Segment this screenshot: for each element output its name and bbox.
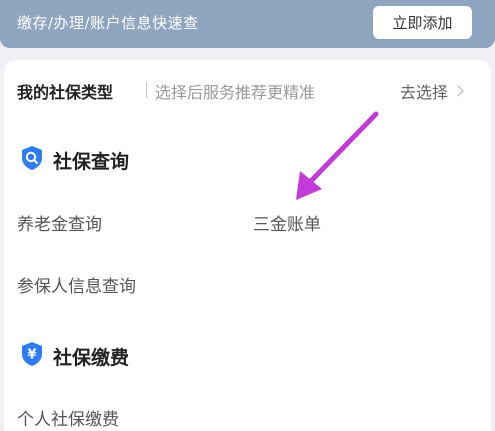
add-now-button[interactable]: 立即添加	[373, 6, 472, 39]
menu-item-pension-query[interactable]: 养老金查询	[17, 210, 102, 235]
choose-link[interactable]: 去选择	[400, 79, 464, 103]
chevron-right-icon	[452, 85, 464, 97]
menu-item-three-funds-bill[interactable]: 三金账单	[253, 210, 321, 235]
social-security-card: 我的社保类型 选择后服务推荐更精准 去选择 社保查询 养老金查询 三金账单 参保…	[4, 60, 491, 431]
account-banner: 缴存/办理/账户信息快速查 立即添加	[0, 0, 495, 48]
choose-label: 去选择	[400, 83, 449, 102]
yen-shield-icon: ¥	[20, 341, 44, 371]
menu-item-insured-info-query[interactable]: 参保人信息查询	[17, 272, 136, 297]
banner-text: 缴存/办理/账户信息快速查	[17, 14, 199, 32]
type-title: 我的社保类型	[17, 83, 114, 102]
menu-item-personal-payment[interactable]: 个人社保缴费	[17, 405, 119, 430]
section-title: 社保缴费	[53, 346, 130, 369]
type-hint: 选择后服务推荐更精准	[155, 83, 316, 102]
app-screen: 缴存/办理/账户信息快速查 立即添加 我的社保类型 选择后服务推荐更精准 去选择…	[0, 0, 495, 431]
svg-text:¥: ¥	[27, 348, 36, 363]
section-title: 社保查询	[53, 150, 130, 173]
section-query-header: 社保查询	[20, 145, 129, 175]
search-shield-icon	[20, 145, 44, 175]
divider	[146, 82, 147, 98]
social-security-type-row[interactable]: 我的社保类型 选择后服务推荐更精准 去选择	[4, 60, 491, 118]
section-payment-header: ¥ 社保缴费	[20, 341, 129, 371]
